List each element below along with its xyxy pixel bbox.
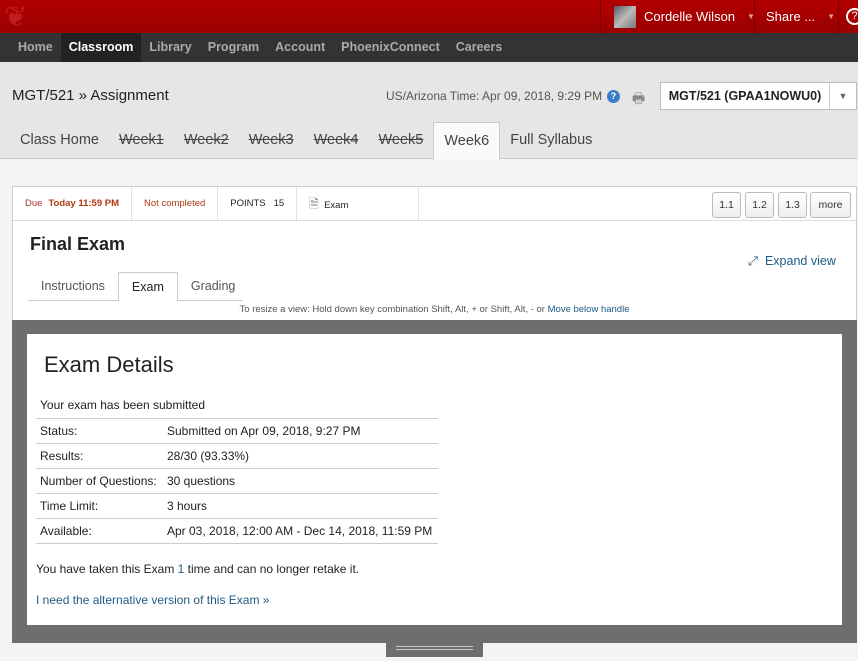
phoenix-logo-icon[interactable]: ❦	[0, 0, 50, 33]
avatar	[614, 5, 636, 28]
table-row: Available: Apr 03, 2018, 12:00 AM - Dec 1…	[36, 518, 438, 544]
row-value: Apr 03, 2018, 12:00 AM - Dec 14, 2018, 1…	[163, 518, 438, 544]
nav-library[interactable]: Library	[141, 33, 199, 62]
nav-careers[interactable]: Careers	[448, 33, 511, 62]
row-value: 30 questions	[163, 468, 438, 494]
due-value: Today 11:59 PM	[48, 198, 120, 209]
alternative-version-link[interactable]: I need the alternative version of this E…	[36, 593, 269, 607]
course-select[interactable]: MGT/521 (GPAA1NOWU0) ▼	[660, 82, 857, 110]
due-label: Due	[25, 198, 43, 209]
move-handle-link[interactable]: Move below handle	[548, 304, 630, 315]
quick-button-1-2[interactable]: 1.2	[745, 192, 774, 218]
resize-hint: To resize a view: Hold down key combinat…	[13, 304, 856, 315]
question-icon[interactable]: ?	[607, 90, 620, 103]
document-icon: 🗎	[309, 197, 319, 211]
tab-full-syllabus[interactable]: Full Syllabus	[500, 122, 602, 158]
tab-exam[interactable]: Exam	[117, 272, 178, 302]
points: POINTS 15	[218, 187, 298, 220]
nav-phoenixconnect[interactable]: PhoenixConnect	[333, 33, 448, 62]
points-value: 15	[273, 198, 285, 209]
nav-home[interactable]: Home	[10, 33, 61, 62]
row-label: Results:	[36, 443, 163, 469]
expand-icon: ⤢	[748, 254, 759, 268]
table-row: Time Limit: 3 hours	[36, 493, 438, 519]
row-label: Time Limit:	[36, 493, 163, 519]
tab-grading[interactable]: Grading	[178, 272, 248, 300]
quick-button-1-3[interactable]: 1.3	[778, 192, 807, 218]
tab-week4[interactable]: Week4	[304, 122, 369, 158]
row-value: 3 hours	[163, 493, 438, 519]
row-value: 28/30 (93.33%)	[163, 443, 438, 469]
share-menu[interactable]: Share ... ▼	[754, 0, 835, 33]
attempts-text-end: time and can no longer retake it.	[184, 562, 360, 576]
share-label: Share ...	[766, 9, 816, 24]
week-tabs: Class Home Week1 Week2 Week3 Week4 Week5…	[0, 122, 858, 160]
expand-view-link[interactable]: ⤢ Expand view	[748, 254, 836, 269]
table-row: Number of Questions: 30 questions	[36, 468, 438, 494]
table-row: Status: Submitted on Apr 09, 2018, 9:27 P…	[36, 418, 438, 444]
help-icon[interactable]: ?	[846, 8, 858, 25]
due-date: Due Today 11:59 PM	[13, 187, 133, 220]
tab-week6[interactable]: Week6	[433, 122, 501, 160]
breadcrumb: MGT/521 » Assignment	[12, 87, 169, 104]
main-nav: Home Classroom Library Program Account P…	[0, 33, 858, 62]
course-select-value: MGT/521 (GPAA1NOWU0)	[668, 89, 822, 103]
tab-week1[interactable]: Week1	[109, 122, 174, 158]
row-label: Number of Questions:	[36, 468, 163, 494]
more-button[interactable]: more	[810, 192, 851, 218]
attempts-message: You have taken this Exam 1 time and can …	[36, 562, 359, 576]
assignment-title: Final Exam	[30, 234, 126, 254]
user-name: Cordelle Wilson	[644, 9, 736, 24]
type-label: Exam	[324, 200, 349, 211]
completion-status: Not completed	[132, 187, 219, 220]
tab-instructions[interactable]: Instructions	[28, 272, 118, 300]
exam-details-heading: Exam Details	[44, 352, 174, 377]
expand-label: Expand view	[764, 254, 836, 268]
print-icon[interactable]: 🖶	[632, 88, 645, 112]
caret-down-icon: ▼	[827, 12, 836, 21]
row-label: Status:	[36, 418, 163, 444]
nav-classroom[interactable]: Classroom	[60, 33, 142, 62]
points-label: POINTS	[230, 198, 266, 209]
assignment-tabs: Instructions Exam Grading	[28, 272, 243, 302]
tab-week5[interactable]: Week5	[368, 122, 433, 158]
local-time: US/Arizona Time: Apr 09, 2018, 9:29 PM	[386, 89, 603, 103]
exam-details-table: Status: Submitted on Apr 09, 2018, 9:27 P…	[36, 418, 438, 544]
row-label: Available:	[36, 518, 163, 544]
nav-account[interactable]: Account	[267, 33, 333, 62]
quick-button-1-1[interactable]: 1.1	[712, 192, 741, 218]
tab-class-home[interactable]: Class Home	[10, 122, 109, 158]
table-row: Results: 28/30 (93.33%)	[36, 443, 438, 469]
tab-week2[interactable]: Week2	[174, 122, 239, 158]
nav-program[interactable]: Program	[200, 33, 267, 62]
hint-text: To resize a view: Hold down key combinat…	[239, 304, 548, 315]
chevron-down-icon: ▼	[829, 83, 856, 109]
tab-week3[interactable]: Week3	[239, 122, 304, 158]
row-value: Submitted on Apr 09, 2018, 9:27 PM	[163, 418, 438, 444]
resize-handle[interactable]	[386, 643, 483, 657]
submitted-message: Your exam has been submitted	[40, 398, 205, 412]
assignment-type: 🗎 Exam	[297, 187, 420, 220]
divider	[838, 0, 839, 33]
user-menu[interactable]: Cordelle Wilson ▼	[600, 0, 755, 33]
attempts-text: You have taken this Exam	[36, 562, 178, 576]
